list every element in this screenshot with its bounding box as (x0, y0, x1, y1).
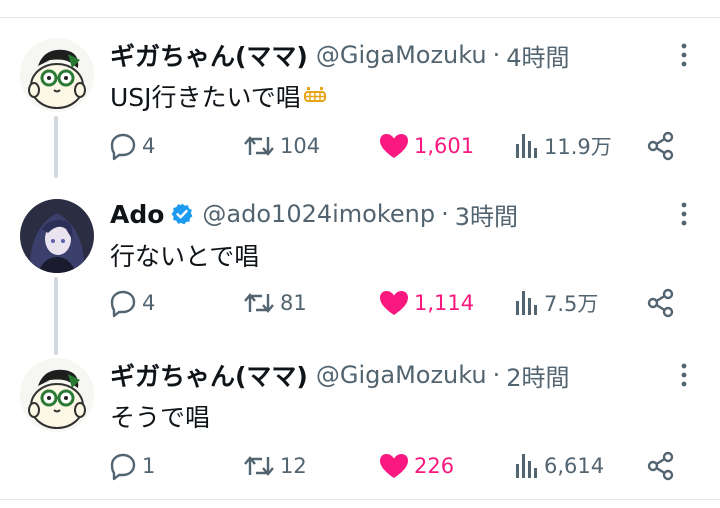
separator-dot: · (441, 200, 449, 228)
tweet-actions: 4 104 1,601 11.9万 (108, 130, 688, 162)
views-button[interactable]: 6,614 (514, 450, 604, 482)
like-button[interactable]: 1,114 (378, 287, 474, 319)
avatar-gigamozuku[interactable] (20, 38, 94, 112)
views-icon (514, 132, 540, 160)
tweet-1[interactable]: ギガちゃん(ママ) @GigaMozuku · 4時間 USJ行きたいで唱 4 … (0, 38, 720, 178)
heart-icon (378, 451, 410, 481)
share-icon (646, 288, 676, 318)
reply-count: 1 (142, 454, 156, 478)
reply-count: 4 (142, 291, 156, 315)
user-handle[interactable]: @ado1024imokenp (202, 200, 435, 228)
share-icon (646, 451, 676, 481)
retweet-count: 12 (280, 454, 307, 478)
tweet-actions: 4 81 1,114 7.5万 (108, 287, 688, 319)
bottom-divider (0, 499, 720, 500)
like-button[interactable]: 1,601 (378, 130, 474, 162)
views-icon (514, 452, 540, 480)
separator-dot: · (492, 41, 501, 69)
reply-icon (108, 451, 138, 481)
avatar-ado[interactable] (20, 199, 94, 273)
more-icon[interactable] (676, 362, 692, 388)
like-button[interactable]: 226 (378, 450, 454, 482)
reply-button[interactable]: 4 (108, 130, 155, 162)
tweet-text: そうで唱 (110, 398, 210, 434)
like-count: 226 (414, 454, 455, 478)
like-count: 1,114 (414, 291, 475, 315)
share-button[interactable] (646, 450, 676, 482)
reply-count: 4 (142, 134, 156, 158)
separator-dot: · (492, 361, 501, 389)
tweet-header: ギガちゃん(ママ) @GigaMozuku · 2時間 (110, 358, 570, 392)
views-count: 7.5万 (544, 292, 599, 316)
retweet-count: 104 (280, 134, 321, 158)
tweet-text-content: 行ないとで唱 (110, 242, 260, 271)
tweet-text-content: そうで唱 (110, 403, 211, 432)
views-button[interactable]: 11.9万 (514, 130, 612, 162)
grimacing-face-emoji (303, 84, 327, 108)
user-handle[interactable]: @GigaMozuku (316, 361, 487, 389)
share-button[interactable] (646, 287, 676, 319)
thread-line (54, 277, 58, 355)
thread-line (54, 116, 58, 178)
reply-icon (108, 131, 138, 161)
display-name[interactable]: ギガちゃん(ママ) (110, 357, 308, 393)
views-button[interactable]: 7.5万 (514, 287, 598, 319)
tweet-text: USJ行きたいで唱 (110, 78, 327, 114)
more-icon[interactable] (676, 42, 692, 68)
share-icon (646, 131, 676, 161)
verified-badge-icon (170, 202, 194, 226)
heart-icon (378, 131, 410, 161)
retweet-button[interactable]: 104 (242, 130, 320, 162)
display-name[interactable]: ギガちゃん(ママ) (110, 37, 308, 73)
tweet-header: Ado @ado1024imokenp · 3時間 (110, 197, 518, 231)
retweet-button[interactable]: 12 (242, 450, 307, 482)
reply-button[interactable]: 4 (108, 287, 155, 319)
display-name[interactable]: Ado (110, 200, 164, 229)
retweet-icon (242, 288, 276, 318)
tweet-2[interactable]: Ado @ado1024imokenp · 3時間 行ないとで唱 4 81 1,… (0, 197, 720, 355)
retweet-button[interactable]: 81 (242, 287, 307, 319)
reply-button[interactable]: 1 (108, 450, 155, 482)
tweet-text: 行ないとで唱 (110, 237, 259, 273)
timestamp[interactable]: 2時間 (506, 358, 569, 393)
heart-icon (378, 288, 410, 318)
tweet-actions: 1 12 226 6,614 (108, 450, 688, 482)
more-icon[interactable] (676, 201, 692, 227)
views-count: 6,614 (544, 454, 605, 478)
like-count: 1,601 (414, 134, 475, 158)
top-divider (0, 17, 720, 18)
share-button[interactable] (646, 130, 676, 162)
reply-icon (108, 288, 138, 318)
retweet-icon (242, 131, 276, 161)
views-count: 11.9万 (544, 135, 612, 159)
avatar-gigamozuku[interactable] (20, 358, 94, 432)
tweet-text-content: USJ行きたいで唱 (110, 83, 301, 112)
views-icon (514, 289, 540, 317)
timestamp[interactable]: 4時間 (506, 38, 569, 73)
tweet-header: ギガちゃん(ママ) @GigaMozuku · 4時間 (110, 38, 570, 72)
retweet-count: 81 (280, 291, 307, 315)
user-handle[interactable]: @GigaMozuku (316, 41, 487, 69)
tweet-3[interactable]: ギガちゃん(ママ) @GigaMozuku · 2時間 そうで唱 1 12 22… (0, 358, 720, 498)
timestamp[interactable]: 3時間 (455, 197, 518, 232)
retweet-icon (242, 451, 276, 481)
